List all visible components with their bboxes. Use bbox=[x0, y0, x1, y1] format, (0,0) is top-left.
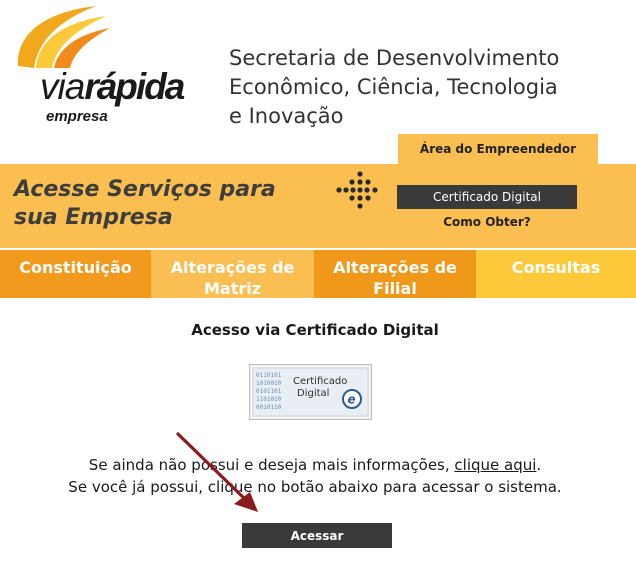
tab-alteracoes-filial[interactable]: Alterações de Filial bbox=[314, 250, 476, 298]
section-heading: Acesso via Certificado Digital bbox=[191, 321, 439, 339]
tab-alteracoes-matriz[interactable]: Alterações de Matriz bbox=[151, 250, 314, 298]
organization-title: Secretaria de Desenvolvimento Econômico,… bbox=[229, 46, 560, 128]
svg-text:0110101: 0110101 bbox=[256, 372, 282, 379]
svg-text:Digital: Digital bbox=[297, 388, 329, 399]
svg-text:0101101: 0101101 bbox=[256, 388, 282, 395]
viarapida-logo: viarápida empresa bbox=[12, 6, 202, 125]
svg-text:Certificado: Certificado bbox=[293, 376, 347, 387]
tab-consultas[interactable]: Consultas bbox=[476, 250, 636, 298]
svg-text:1101010: 1101010 bbox=[256, 396, 282, 403]
area-empreendedor-tab[interactable]: Área do Empreendedor bbox=[398, 134, 598, 164]
banner-title: Acesse Serviços para sua Empresa bbox=[14, 177, 276, 230]
logo-subtitle: empresa bbox=[46, 108, 108, 125]
certificado-digital-button[interactable]: Certificado Digital bbox=[397, 185, 577, 209]
certificado-digital-logo: 0110101 1010010 0101101 1101010 0010110 … bbox=[249, 364, 372, 420]
dots-arrow-icon bbox=[336, 171, 378, 209]
como-obter-link[interactable]: Como Obter? bbox=[397, 215, 577, 229]
clique-aqui-link[interactable]: clique aqui bbox=[454, 456, 536, 474]
info-text: Se ainda não possui e deseja mais inform… bbox=[68, 456, 562, 496]
svg-text:0010110: 0010110 bbox=[256, 404, 282, 411]
acessar-button[interactable]: Acessar bbox=[242, 523, 392, 548]
service-tabs: Constituição Alterações de Matriz Altera… bbox=[0, 250, 636, 298]
tab-constituicao[interactable]: Constituição bbox=[0, 250, 151, 298]
logo-wordmark: viarápida bbox=[40, 66, 185, 107]
svg-text:1010010: 1010010 bbox=[256, 380, 282, 387]
svg-text:e: e bbox=[348, 393, 356, 407]
pointer-arrow-icon bbox=[176, 432, 258, 512]
